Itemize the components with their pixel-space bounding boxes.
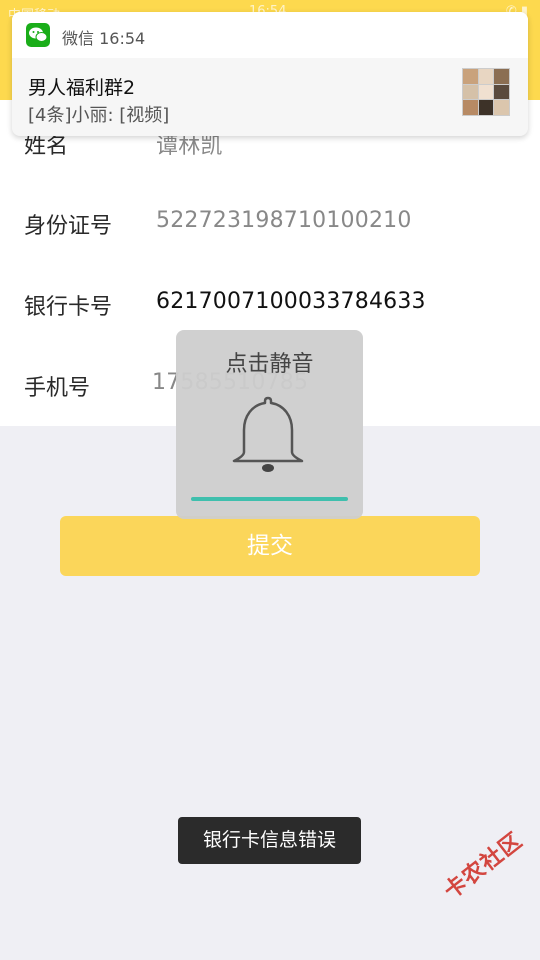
wechat-notification[interactable]: 微信 16:54 男人福利群2 [4条]小丽: [视频] [12,12,528,136]
phone-label: 手机号 [24,376,91,401]
notification-body: [4条]小丽: [视频] [28,105,170,126]
submit-button[interactable]: 提交 [60,516,480,576]
thumbnail-tile [494,84,509,100]
watermark-logo: 卡农社区 [439,828,528,905]
error-toast: 银行卡信息错误 [178,817,361,864]
id-label: 身份证号 [24,214,113,239]
thumbnail-tile [478,100,494,115]
notification-app-time: 微信 16:54 [62,29,146,48]
bell-icon[interactable] [228,394,308,476]
thumbnail-tile [478,69,494,84]
bank-card-value: 6217007100033784633 [156,289,426,314]
form-row-id[interactable]: 身份证号 522723198710100210 [0,180,540,260]
thumbnail-tile [478,84,494,100]
wechat-icon [26,23,50,47]
volume-level-bar [191,497,348,501]
thumbnail-tile [463,100,478,115]
mute-label: 点击静音 [225,352,314,377]
thumbnail-tile [463,84,478,100]
notification-title: 男人福利群2 [28,77,136,99]
notification-thumbnail [462,68,510,116]
notification-header: 微信 16:54 [12,12,528,58]
thumbnail-tile [463,69,478,84]
thumbnail-tile [494,69,509,84]
thumbnail-tile [494,100,509,115]
form-row-bank-card[interactable]: 银行卡号 6217007100033784633 [0,261,540,341]
volume-overlay[interactable]: 点击静音 [176,330,363,519]
id-value: 522723198710100210 [156,208,412,233]
bank-card-label: 银行卡号 [24,295,113,320]
